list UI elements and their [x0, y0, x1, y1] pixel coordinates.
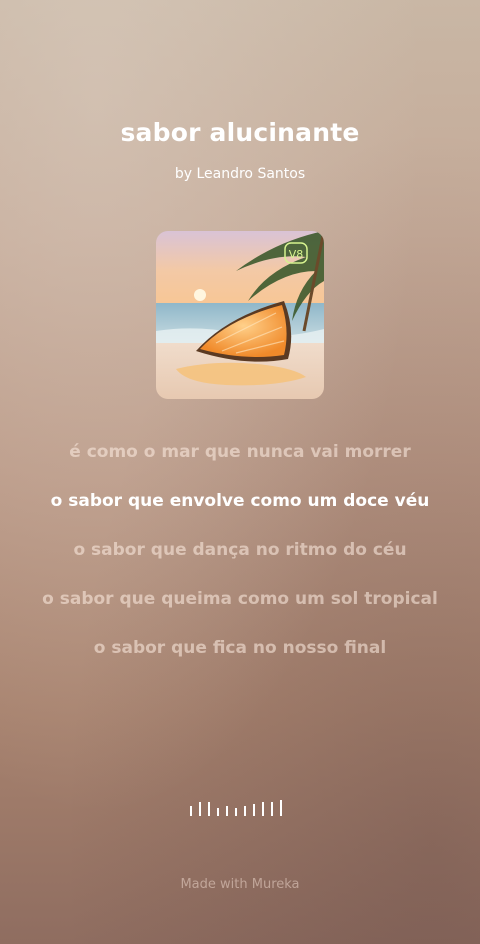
album-cover: V8: [156, 231, 324, 399]
song-title: sabor alucinante: [120, 118, 360, 147]
lyric-line: o sabor que queima como um sol tropical: [42, 589, 438, 609]
lyrics-panel: é como o mar que nunca vai morrer o sabo…: [0, 440, 480, 685]
audio-waveform-icon: [190, 800, 282, 816]
made-with-credit: Made with Mureka: [180, 877, 300, 892]
lyric-line: o sabor que fica no nosso final: [93, 638, 387, 658]
lyric-line: o sabor que dança no ritmo do céu: [73, 540, 407, 560]
cover-badge: V8: [289, 248, 304, 261]
lyric-line: é como o mar que nunca vai morrer: [69, 442, 411, 462]
lyric-line-active: o sabor que envolve como um doce véu: [50, 491, 430, 511]
cover-art-image: V8: [156, 231, 324, 399]
artist-name: by Leandro Santos: [174, 166, 306, 182]
